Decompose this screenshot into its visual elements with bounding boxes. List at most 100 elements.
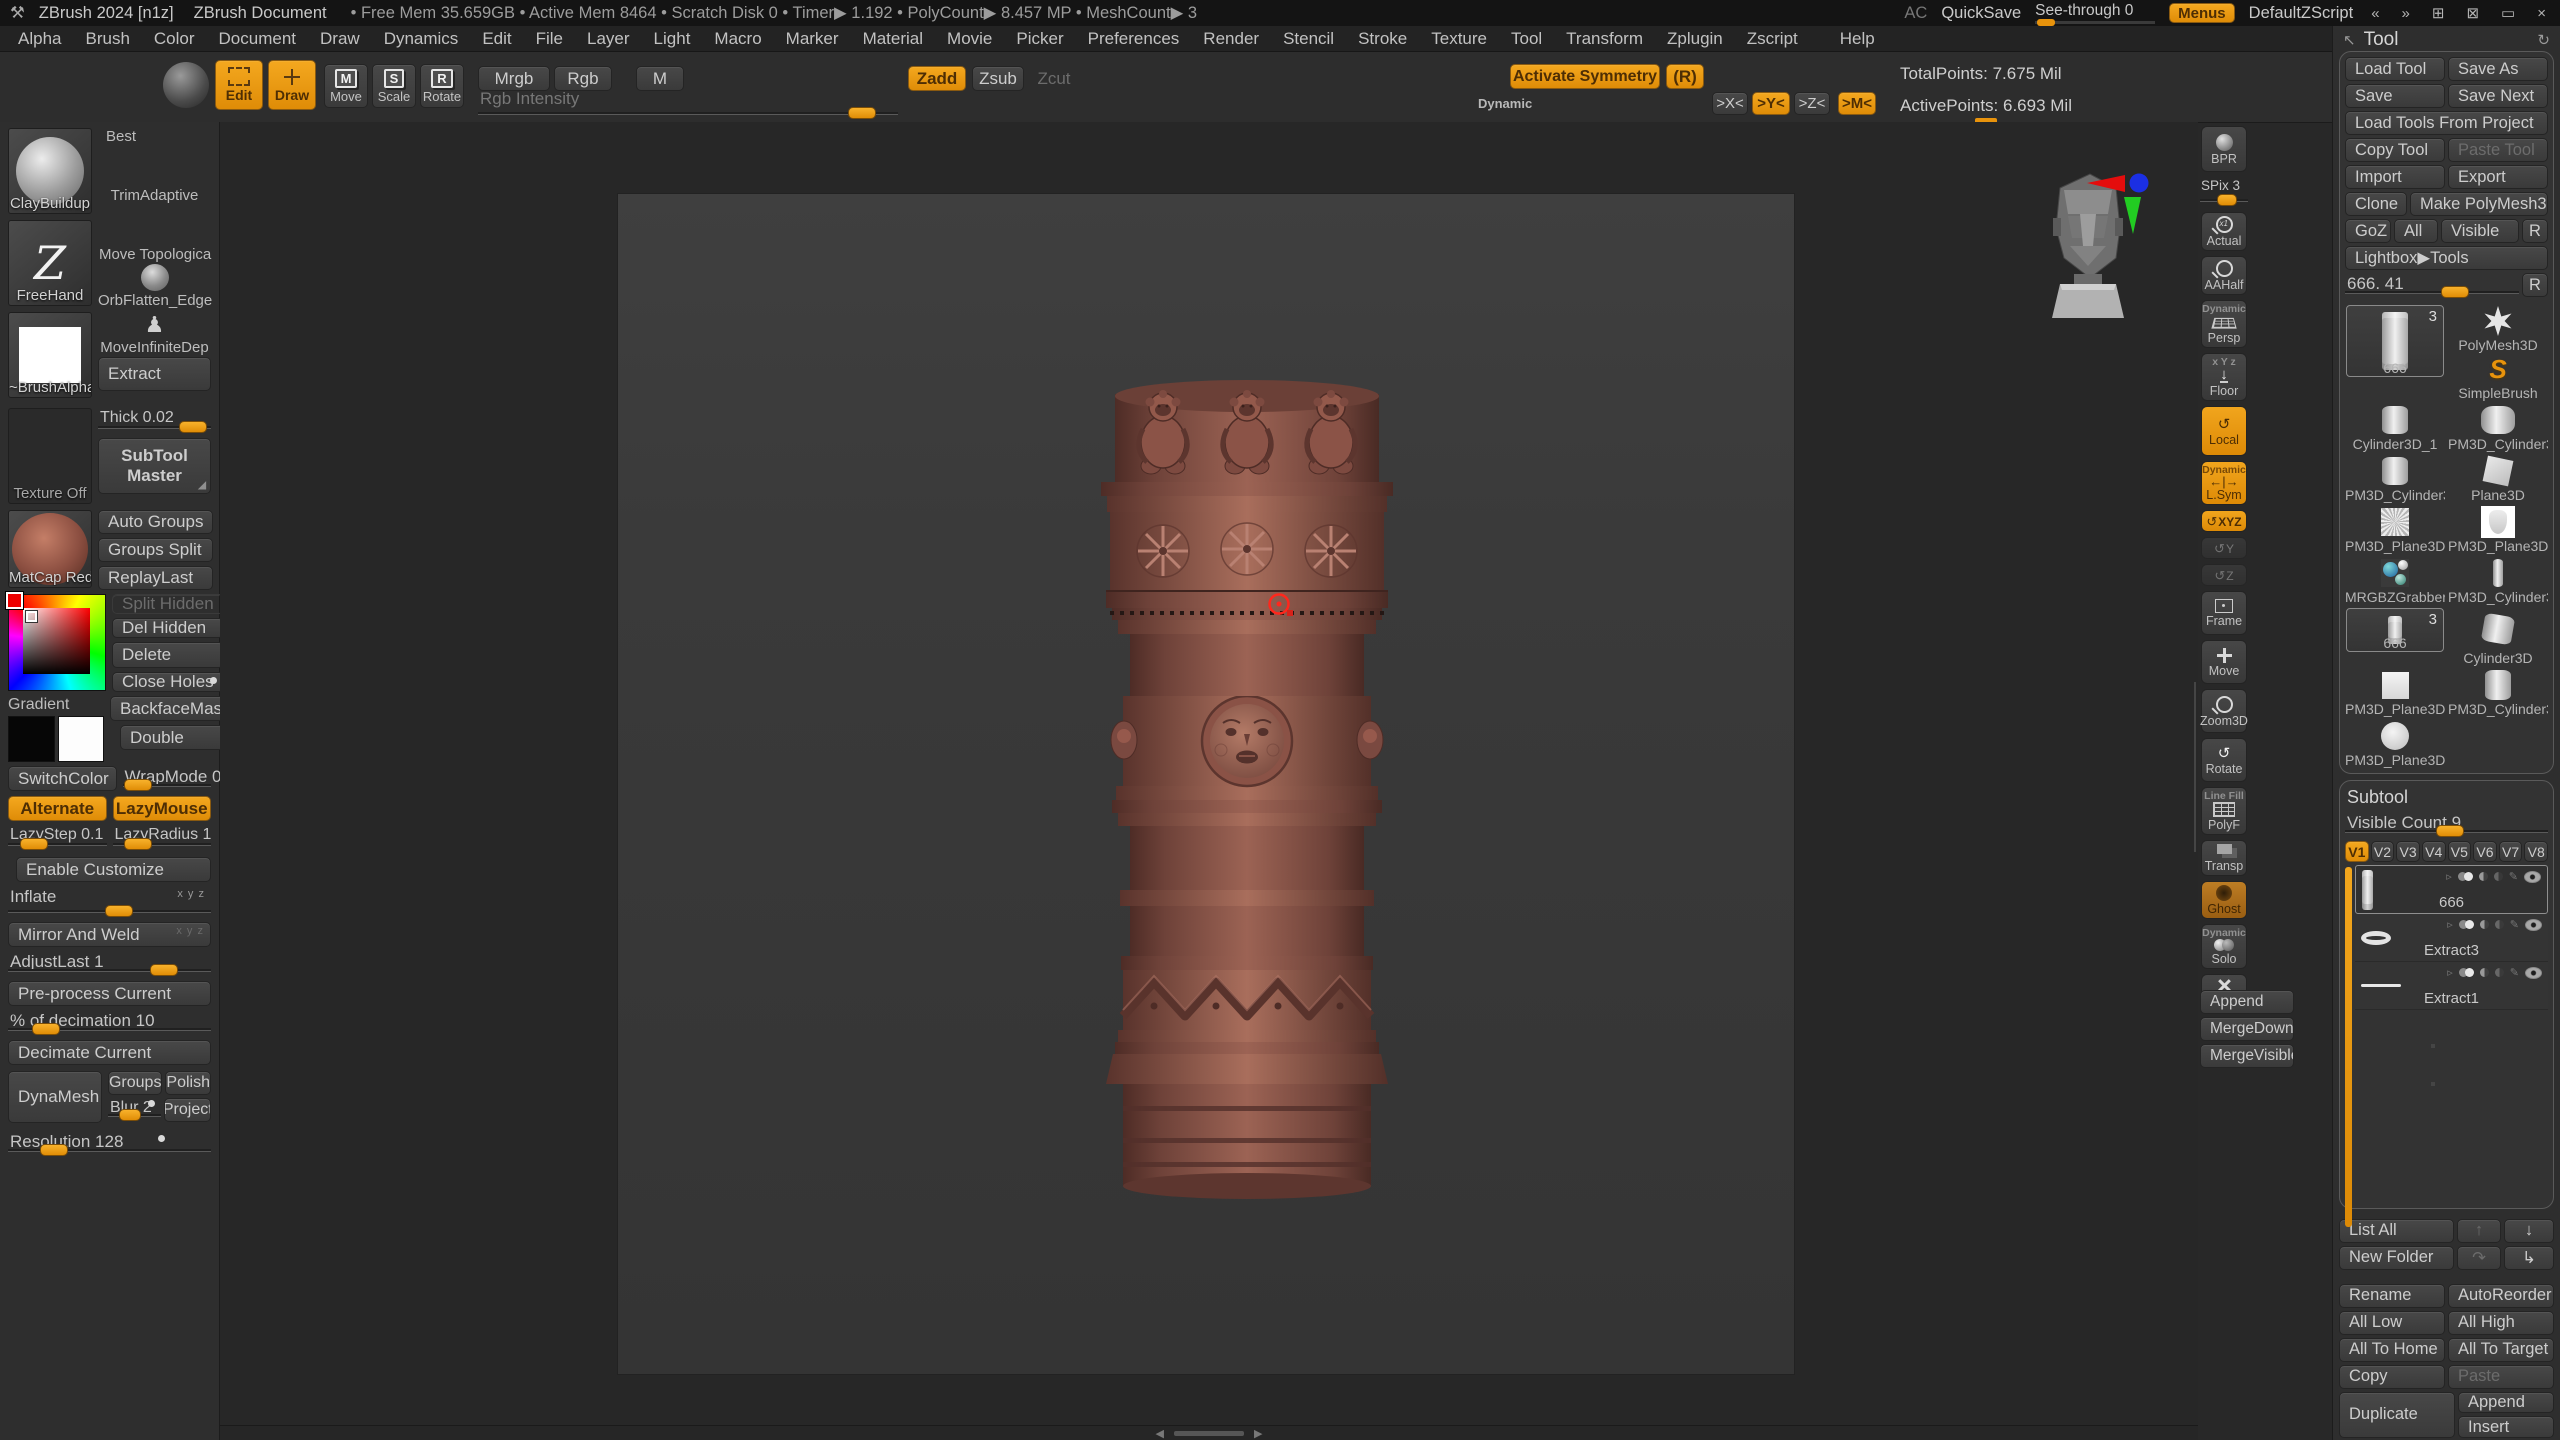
move-mode-button[interactable]: M Move [324, 64, 368, 108]
menu-edit[interactable]: Edit [470, 27, 523, 51]
thick-handle[interactable] [179, 421, 207, 433]
tool-thumb-simplebrush[interactable]: S [2448, 353, 2548, 385]
matcap-redwax-thumbnail[interactable]: MatCap Red Wax [8, 510, 92, 588]
append-button[interactable]: Append [2458, 1392, 2554, 1414]
all-high-button[interactable]: All High [2448, 1311, 2554, 1335]
spix-handle[interactable] [2217, 194, 2237, 206]
lazystep-slider[interactable]: LazyStep 0.1 [8, 825, 107, 851]
see-through-handle[interactable] [2037, 19, 2055, 26]
brush-alpha-thumbnail[interactable]: ~BrushAlpha [8, 312, 92, 398]
menu-stencil[interactable]: Stencil [1271, 27, 1346, 51]
window-doc2-icon[interactable]: ⊠ [2462, 4, 2483, 22]
menu-texture[interactable]: Texture [1419, 27, 1499, 51]
blur-handle[interactable] [119, 1109, 141, 1121]
minimize-button[interactable]: ▭ [2497, 4, 2519, 22]
inflate-handle[interactable] [105, 905, 133, 917]
displacement-icon[interactable] [2494, 872, 2503, 881]
wrapmode-slider[interactable]: WrapMode 0 [123, 766, 212, 792]
polypaint-icon[interactable] [2459, 968, 2474, 977]
import-button[interactable]: Import [2345, 165, 2445, 189]
vtab-v6[interactable]: V6 [2473, 841, 2497, 862]
extract-button[interactable]: Extract [98, 357, 211, 391]
vtab-v2[interactable]: V2 [2371, 841, 2395, 862]
uv-icon[interactable] [2480, 968, 2489, 977]
menu-stroke[interactable]: Stroke [1346, 27, 1419, 51]
zadd-button[interactable]: Zadd [908, 66, 966, 91]
symmetry-z-button[interactable]: >Z< [1794, 92, 1830, 115]
scroll-thumb[interactable] [1174, 1431, 1244, 1436]
lazyradius-handle[interactable] [124, 838, 152, 850]
uv-icon[interactable] [2480, 920, 2489, 929]
symmetry-y-button[interactable]: >Y< [1752, 92, 1790, 115]
thick-slider[interactable]: Thick 0.02 [98, 408, 211, 434]
close-button[interactable]: × [2533, 5, 2550, 22]
lazystep-handle[interactable] [20, 838, 48, 850]
solo-button[interactable]: Dynamic Solo [2201, 924, 2247, 969]
move-subtool-down-button[interactable]: ↓ [2504, 1219, 2554, 1243]
tool-thumb-mrgbzgrabber[interactable]: MRGBZGrabber [2345, 557, 2445, 605]
copy-subtool-button[interactable]: Copy [2339, 1365, 2445, 1389]
del-hidden-button[interactable]: Del Hidden [112, 618, 224, 638]
switch-color-swatch[interactable] [58, 716, 105, 762]
append-quick-button[interactable]: Append [2200, 990, 2294, 1014]
all-to-home-button[interactable]: All To Home [2339, 1338, 2445, 1362]
subtool-row-extract3[interactable]: ▹ ✎ Extract3 [2355, 914, 2548, 962]
dynamesh-polish-button[interactable]: Polish [165, 1071, 211, 1095]
rotate-z-button[interactable]: ↺ Z [2201, 564, 2247, 586]
rotate-nav-button[interactable]: ↺ Rotate [2201, 738, 2247, 782]
symmetry-x-button[interactable]: >X< [1712, 92, 1748, 115]
vtab-v7[interactable]: V7 [2499, 841, 2523, 862]
visible-count-slider[interactable]: Visible Count 9 [2345, 812, 2548, 838]
menu-preferences[interactable]: Preferences [1076, 27, 1192, 51]
brush-trimadaptive-thumbnail[interactable] [138, 149, 172, 183]
zcut-button[interactable]: Zcut [1030, 66, 1078, 91]
subtool-scrollbar[interactable] [2345, 867, 2352, 1227]
secondary-color-swatch[interactable] [8, 716, 55, 762]
menu-file[interactable]: File [524, 27, 575, 51]
alternate-button[interactable]: Alternate [8, 796, 107, 821]
tool-thumb-pm3dplane-c[interactable]: PM3D_Plane3D_ [2345, 669, 2445, 717]
duplicate-button[interactable]: Duplicate [2339, 1392, 2455, 1438]
viewport-area[interactable] [220, 122, 2198, 1425]
mergevisible-quick-button[interactable]: MergeVisible [2200, 1044, 2294, 1068]
brush-freehand-thumbnail[interactable]: Z FreeHand [8, 220, 92, 306]
paint-arrow-icon[interactable]: ▹ [2447, 966, 2453, 979]
brush-orbflatten-thumbnail[interactable] [141, 264, 169, 291]
menu-zscript[interactable]: Zscript [1735, 27, 1810, 51]
all-low-button[interactable]: All Low [2339, 1311, 2445, 1335]
polyframe-button[interactable]: Line Fill PolyF [2201, 787, 2247, 835]
list-all-button[interactable]: List All [2339, 1219, 2454, 1243]
window-doc-icon[interactable]: ⊞ [2428, 4, 2449, 22]
scroll-right-icon[interactable]: ▶ [1254, 1427, 1262, 1440]
scroll-left-icon[interactable]: ◀ [1156, 1427, 1164, 1440]
tool-thumb-pm3dplane-b[interactable]: PM3D_Plane3D_ [2448, 506, 2548, 554]
polypaint-icon[interactable] [2459, 920, 2474, 929]
menu-movie[interactable]: Movie [935, 27, 1004, 51]
blur-slider[interactable]: Blur 2 [108, 1098, 161, 1122]
switch-color-button[interactable]: SwitchColor [8, 766, 117, 791]
menu-layer[interactable]: Layer [575, 27, 642, 51]
color-sv-square[interactable] [23, 608, 90, 674]
uv-icon[interactable] [2479, 872, 2488, 881]
actual-button[interactable]: x1 Actual [2201, 212, 2247, 251]
menu-material[interactable]: Material [851, 27, 935, 51]
bpr-button[interactable]: BPR [2201, 126, 2247, 172]
rgb-intensity-slider[interactable]: Rgb Intensity [478, 88, 898, 120]
move-nav-button[interactable]: Move [2201, 640, 2247, 684]
tool-thumb-pm3dcylinder-d[interactable]: PM3D_Cylinder3 [2448, 669, 2548, 717]
menu-marker[interactable]: Marker [774, 27, 851, 51]
resolution-slider[interactable]: Resolution 128 [8, 1131, 211, 1157]
lazymouse-button[interactable]: LazyMouse [113, 796, 212, 821]
activate-symmetry-button[interactable]: Activate Symmetry [1510, 64, 1660, 89]
rename-button[interactable]: Rename [2339, 1284, 2445, 1308]
paint-arrow-icon[interactable]: ▹ [2446, 870, 2452, 883]
tool-thumb-cylinder3d1[interactable]: Cylinder3D_1 [2345, 404, 2445, 452]
document-canvas[interactable] [617, 193, 1795, 1375]
paint-arrow-icon[interactable]: ▹ [2447, 918, 2453, 931]
polypaint-icon[interactable] [2458, 872, 2473, 881]
adjustlast-slider[interactable]: AdjustLast 1 [8, 951, 211, 977]
displacement-icon[interactable] [2495, 968, 2504, 977]
clone-button[interactable]: Clone [2345, 192, 2407, 216]
zoom3d-button[interactable]: Zoom3D [2201, 689, 2247, 733]
decimation-handle[interactable] [32, 1023, 60, 1035]
